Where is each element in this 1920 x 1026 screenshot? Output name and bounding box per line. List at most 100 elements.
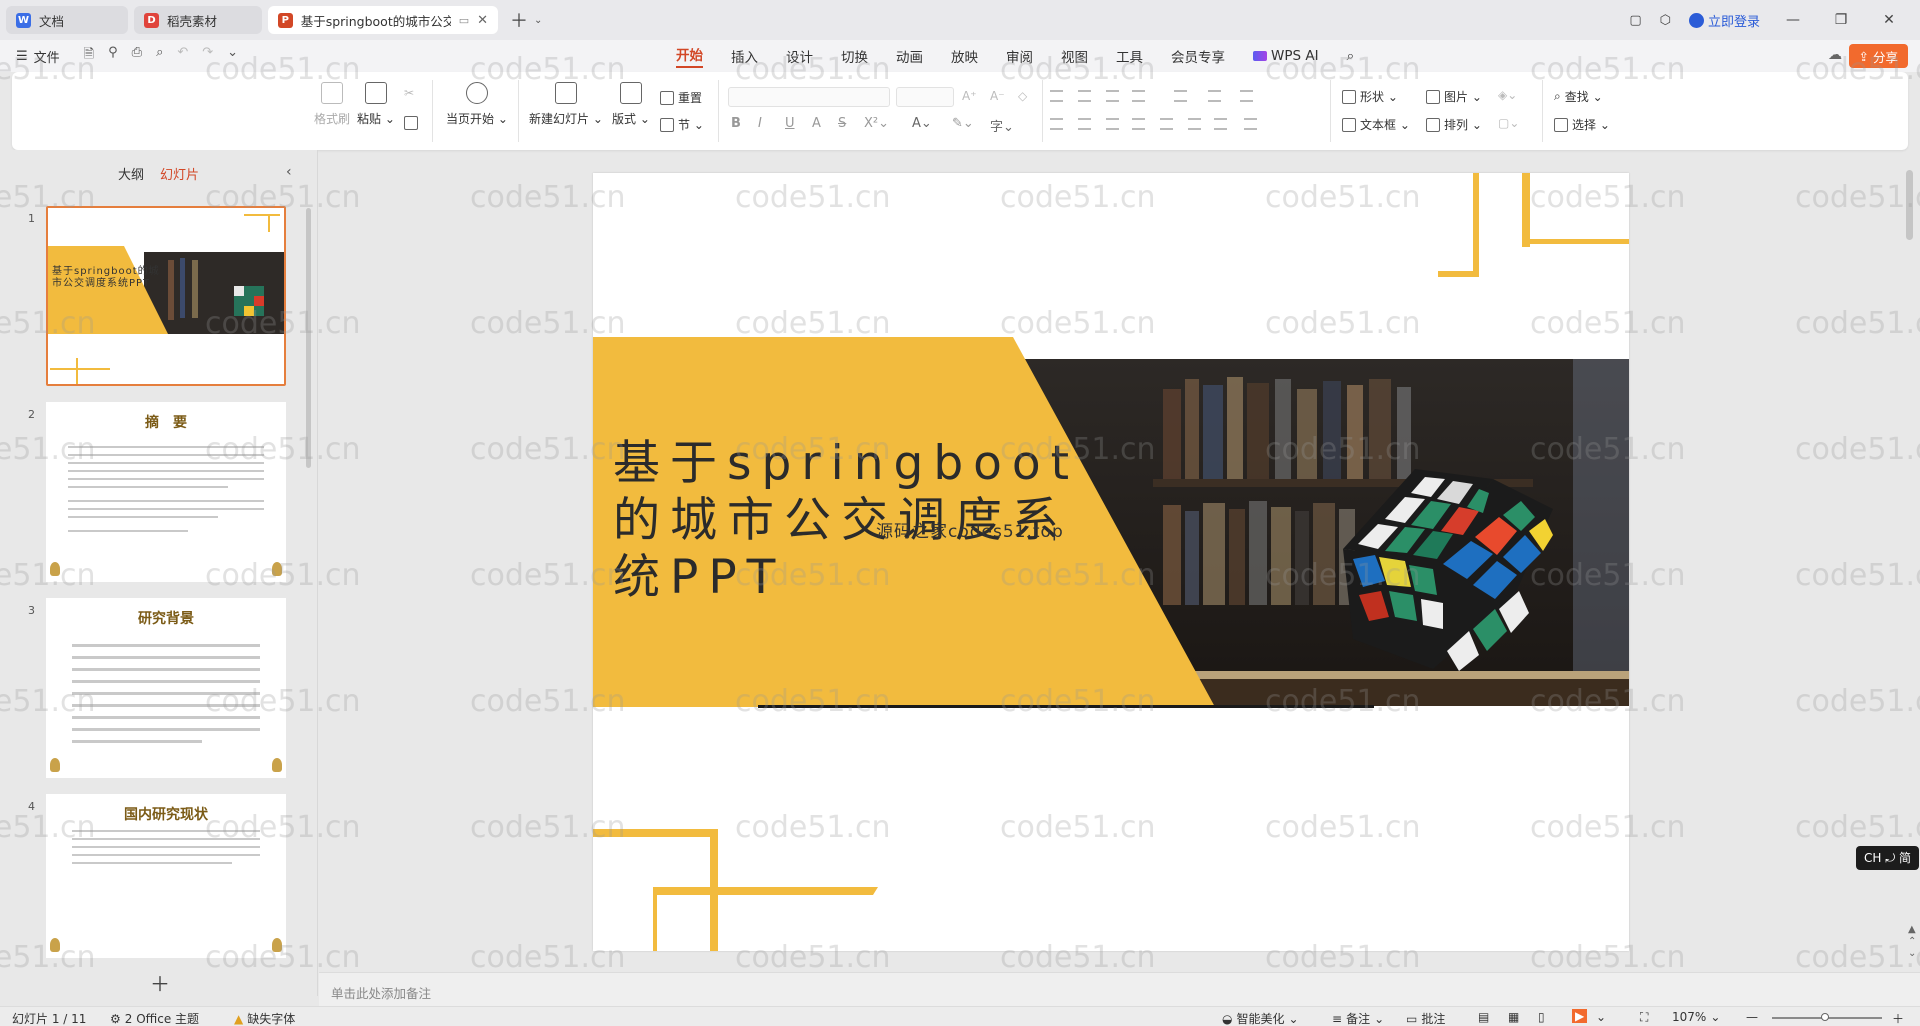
search-icon[interactable]: ⌕ bbox=[1347, 48, 1355, 64]
arrange-button[interactable]: 排列 ⌄ bbox=[1426, 116, 1482, 133]
bold-icon[interactable]: B bbox=[731, 116, 741, 131]
grid-view-icon[interactable]: ▦ bbox=[1508, 1010, 1519, 1024]
menu-view[interactable]: 视图 bbox=[1061, 46, 1088, 66]
tab-outline[interactable]: 大纲 bbox=[118, 164, 144, 183]
collapse-panel-icon[interactable]: ‹ bbox=[286, 164, 292, 180]
reading-view-icon[interactable]: ▯ bbox=[1538, 1010, 1545, 1024]
theme-indicator[interactable]: ⚙ 2 Office 主题 bbox=[110, 1010, 199, 1026]
menu-design[interactable]: 设计 bbox=[786, 46, 813, 66]
slide-subtitle[interactable]: 源码之家codes51.top bbox=[876, 517, 1064, 542]
preview-icon[interactable]: ⌕ bbox=[156, 45, 163, 67]
new-tab-icon[interactable]: ＋ bbox=[510, 7, 528, 33]
clear-format-icon[interactable]: ◇ bbox=[1018, 89, 1027, 103]
zoom-in-icon[interactable]: ＋ bbox=[1892, 1010, 1904, 1026]
paste-button[interactable]: 粘贴 ⌄ bbox=[357, 82, 395, 127]
start-from-current-button[interactable]: 当页开始 ⌄ bbox=[446, 82, 508, 127]
text-direction-icon[interactable] bbox=[1174, 90, 1187, 102]
line-spacing-icon[interactable] bbox=[1208, 90, 1221, 102]
align-center-icon[interactable] bbox=[1078, 118, 1091, 130]
select-button[interactable]: 选择 ⌄ bbox=[1554, 116, 1610, 133]
page-nav-arrows[interactable]: ▲ ⌃ ⌄ bbox=[1908, 924, 1916, 960]
more-icon[interactable]: ⌄ bbox=[227, 45, 238, 67]
reset-button[interactable]: 重置 bbox=[660, 89, 702, 106]
fit-window-icon[interactable]: ⛶ bbox=[1640, 1010, 1648, 1025]
font-size-select[interactable] bbox=[896, 87, 954, 107]
format-painter-button[interactable]: 格式刷 bbox=[314, 82, 350, 127]
tab-daoke[interactable]: D 稻壳素材 bbox=[134, 6, 262, 34]
cube-icon[interactable]: ⬡ bbox=[1660, 13, 1671, 28]
menu-review[interactable]: 审阅 bbox=[1006, 46, 1033, 66]
tab-presentation[interactable]: P 基于springboot的城市公交 ▭ ✕ bbox=[268, 6, 498, 34]
menu-insert[interactable]: 插入 bbox=[731, 46, 758, 66]
align-right-icon[interactable] bbox=[1106, 118, 1119, 130]
menu-slideshow[interactable]: 放映 bbox=[951, 46, 978, 66]
highlight-icon[interactable]: ✎⌄ bbox=[952, 116, 974, 131]
textbox-button[interactable]: 文本框 ⌄ bbox=[1342, 116, 1410, 133]
close-icon[interactable]: ✕ bbox=[477, 13, 488, 28]
canvas-scrollbar[interactable] bbox=[1906, 170, 1913, 240]
paragraph-spacing-icon[interactable] bbox=[1214, 118, 1227, 130]
slide-thumbnail-3[interactable]: 研究背景 bbox=[46, 598, 286, 778]
section-button[interactable]: 节 ⌄ bbox=[660, 116, 704, 133]
bullets-icon[interactable] bbox=[1050, 90, 1063, 102]
columns-icon[interactable] bbox=[1188, 118, 1201, 130]
slide-thumbnail-4[interactable]: 国内研究现状 bbox=[46, 794, 286, 958]
minimize-icon[interactable]: — bbox=[1778, 12, 1808, 28]
menu-home[interactable]: 开始 bbox=[676, 44, 703, 68]
superscript-icon[interactable]: X²⌄ bbox=[864, 116, 889, 131]
add-slide-icon[interactable]: ＋ bbox=[150, 968, 170, 997]
share-button[interactable]: ⇪ 分享 bbox=[1848, 44, 1908, 68]
play-options-icon[interactable]: ⌄ bbox=[1596, 1010, 1606, 1024]
font-family-select[interactable] bbox=[728, 87, 890, 107]
align-text-icon[interactable] bbox=[1240, 90, 1253, 102]
chevron-down-icon[interactable]: ⌄ bbox=[534, 15, 542, 26]
restore-icon[interactable]: ❐ bbox=[1826, 12, 1856, 28]
strikethrough-icon[interactable]: A bbox=[812, 116, 821, 131]
format-icon[interactable]: ⚲ bbox=[108, 45, 118, 67]
italic-icon[interactable]: I bbox=[758, 116, 762, 131]
strike-icon[interactable]: S bbox=[838, 116, 846, 131]
cloud-upload-icon[interactable]: ☁ bbox=[1828, 47, 1842, 63]
shrink-font-icon[interactable]: A⁻ bbox=[990, 89, 1005, 103]
zoom-slider-handle[interactable] bbox=[1821, 1013, 1829, 1021]
wps-ai-button[interactable]: WPS AI bbox=[1253, 48, 1319, 64]
ime-badge[interactable]: CH ⤾ 简 bbox=[1856, 846, 1920, 870]
notes-placeholder[interactable]: 单击此处添加备注 bbox=[331, 983, 431, 1002]
panel-scrollbar[interactable] bbox=[306, 208, 311, 468]
font-color-icon[interactable]: A⌄ bbox=[912, 116, 932, 131]
find-button[interactable]: ⌕ 查找 ⌄ bbox=[1554, 88, 1603, 105]
picture-button[interactable]: 图片 ⌄ bbox=[1426, 88, 1482, 105]
text-wrap-icon[interactable] bbox=[1244, 118, 1257, 130]
window-mode-icon[interactable]: ▢ bbox=[1629, 13, 1641, 28]
menu-animation[interactable]: 动画 bbox=[896, 46, 923, 66]
login-button[interactable]: 立即登录 bbox=[1688, 11, 1760, 30]
missing-font-indicator[interactable]: ▲ 缺失字体 bbox=[234, 1010, 295, 1026]
file-menu[interactable]: ☰ 文件 bbox=[16, 47, 60, 66]
slide-canvas[interactable]: 基于springboot的城市公交调度系统PPT 源码之家codes51.top bbox=[593, 173, 1629, 951]
cut-icon[interactable]: ✂ bbox=[404, 86, 414, 100]
redo-icon[interactable]: ↷ bbox=[202, 45, 213, 67]
play-slideshow-icon[interactable]: ▶ bbox=[1572, 1009, 1588, 1023]
menu-transition[interactable]: 切换 bbox=[841, 46, 868, 66]
slide-thumbnail-2[interactable]: 摘 要 bbox=[46, 402, 286, 582]
indent-increase-icon[interactable] bbox=[1132, 90, 1145, 102]
indent-decrease-icon[interactable] bbox=[1106, 90, 1119, 102]
slide-thumbnail-1[interactable]: 基于springboot的城市公交调度系统PPT bbox=[46, 206, 286, 386]
window-close-icon[interactable]: ✕ bbox=[1874, 12, 1904, 28]
notes-toggle[interactable]: ≡ 备注 ⌄ bbox=[1332, 1010, 1384, 1026]
shape-button[interactable]: 形状 ⌄ bbox=[1342, 88, 1398, 105]
undo-icon[interactable]: ↶ bbox=[177, 45, 188, 67]
align-left-icon[interactable] bbox=[1050, 118, 1063, 130]
print-icon[interactable]: ⎙ bbox=[132, 45, 142, 67]
char-spacing-icon[interactable]: 字⌄ bbox=[990, 116, 1014, 135]
outline-icon[interactable]: ▢⌄ bbox=[1498, 116, 1519, 130]
beautify-button[interactable]: ◒ 智能美化 ⌄ bbox=[1222, 1010, 1299, 1026]
fill-icon[interactable]: ◈⌄ bbox=[1498, 88, 1517, 102]
menu-vip[interactable]: 会员专享 bbox=[1171, 46, 1225, 66]
distribute-icon[interactable] bbox=[1160, 118, 1173, 130]
pin-icon[interactable]: ▭ bbox=[459, 14, 469, 27]
copy-icon[interactable] bbox=[404, 116, 418, 130]
menu-tools[interactable]: 工具 bbox=[1116, 46, 1143, 66]
numbering-icon[interactable] bbox=[1078, 90, 1091, 102]
grow-font-icon[interactable]: A⁺ bbox=[962, 89, 977, 103]
